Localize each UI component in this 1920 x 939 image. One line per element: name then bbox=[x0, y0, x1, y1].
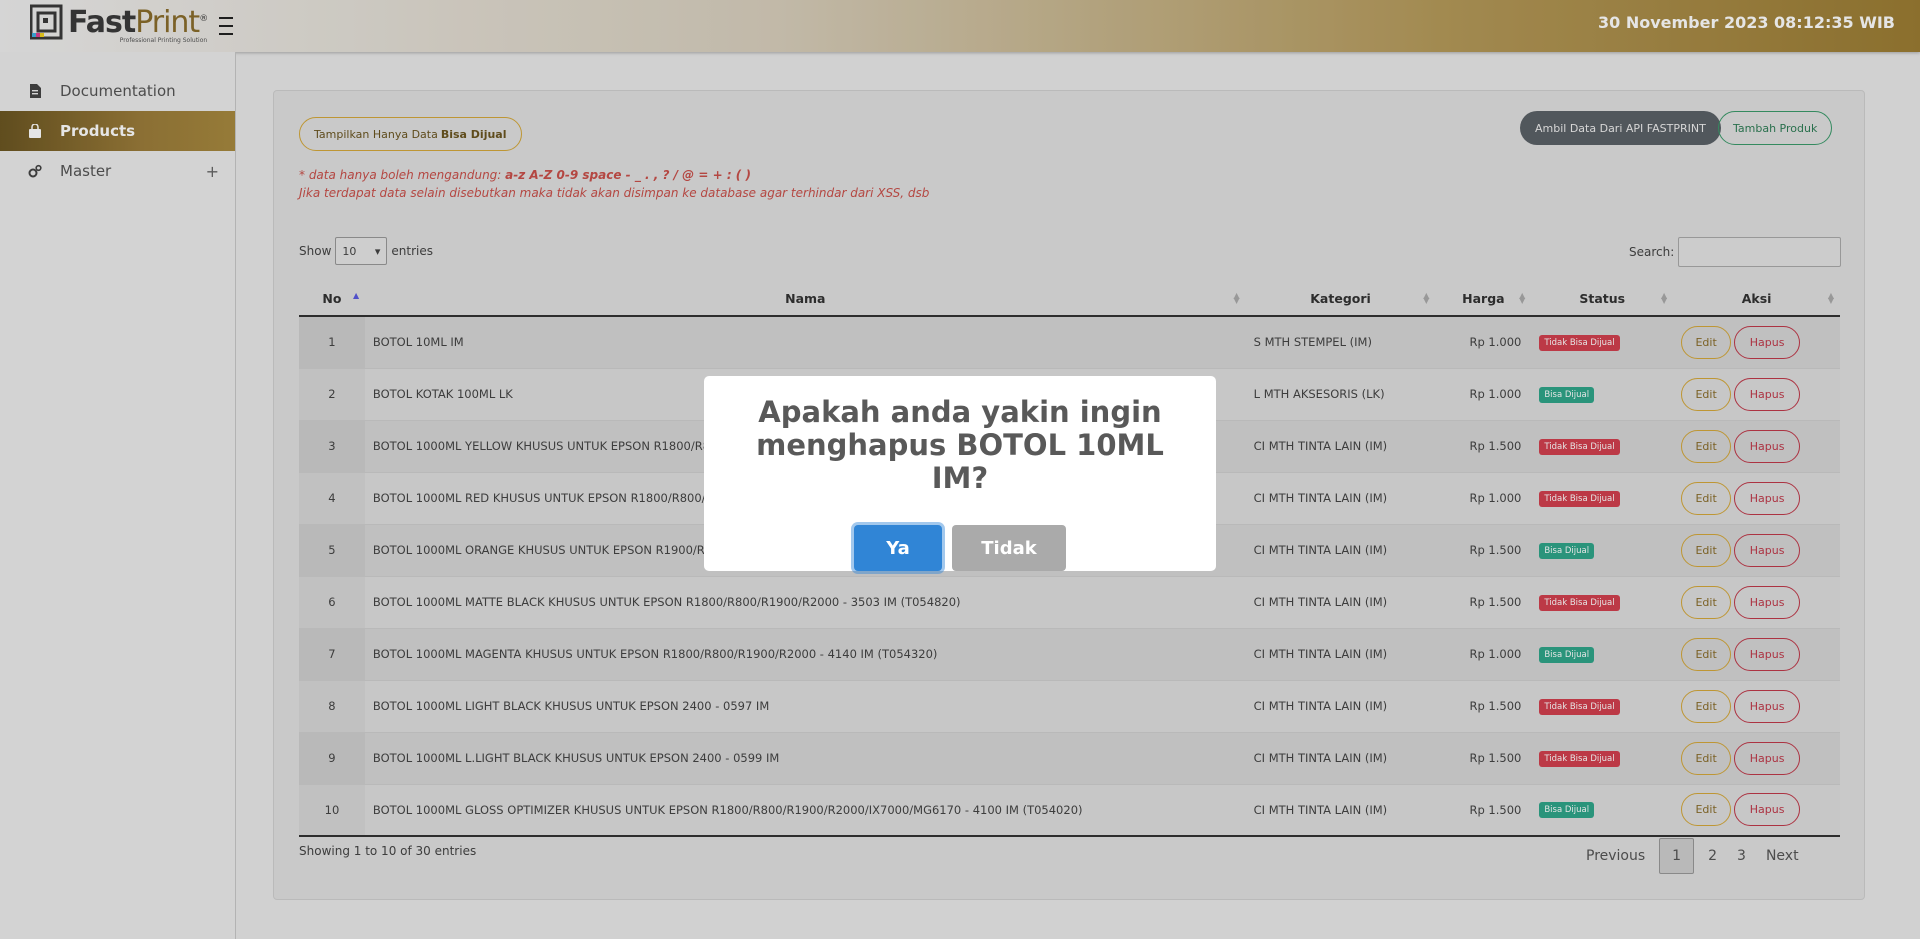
cancel-button[interactable]: Tidak bbox=[952, 525, 1066, 571]
dialog-title: Apakah anda yakin ingin menghapus BOTOL … bbox=[756, 395, 1164, 495]
delete-confirm-dialog: Apakah anda yakin ingin menghapus BOTOL … bbox=[704, 376, 1216, 571]
confirm-button[interactable]: Ya bbox=[854, 525, 942, 571]
